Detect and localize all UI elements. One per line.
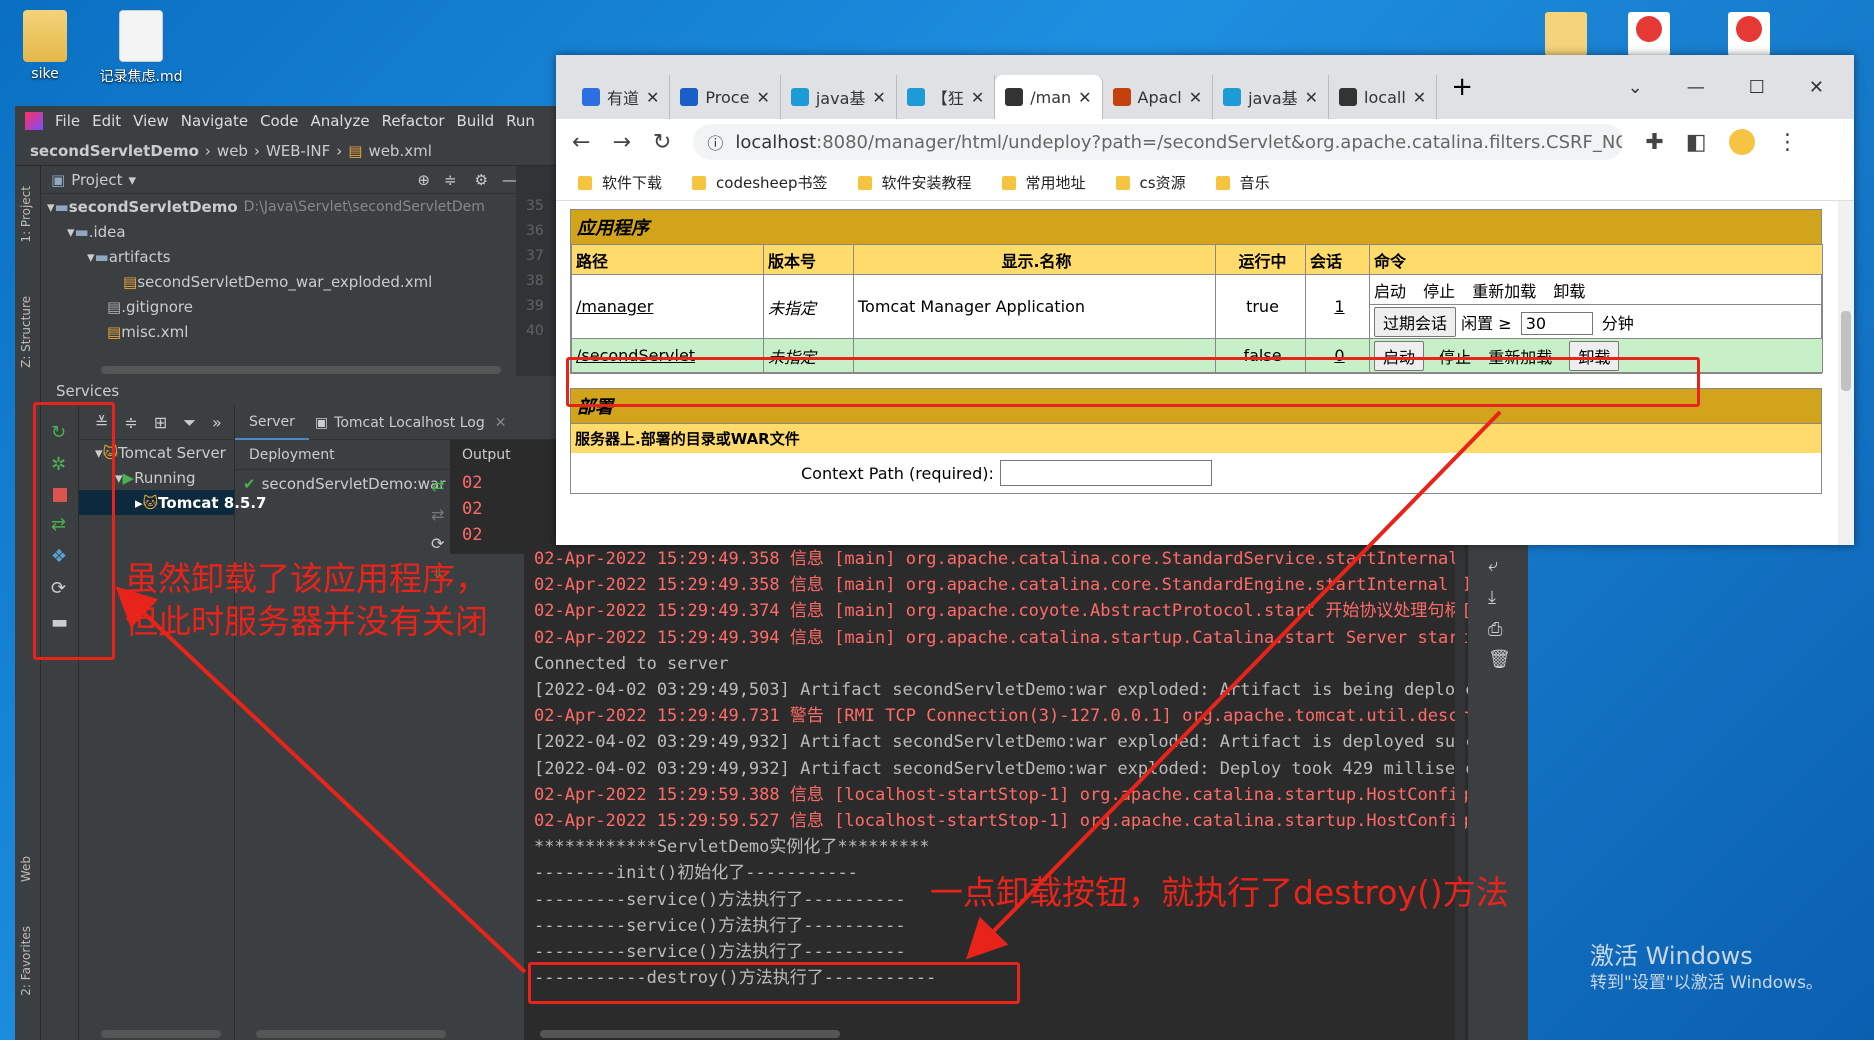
arrow-to-destroy xyxy=(966,410,1502,960)
activation-watermark-sub: 转到"设置"以激活 Windows。 xyxy=(1590,973,1823,993)
annotation-arrows xyxy=(115,410,1502,974)
arrow-to-actions xyxy=(115,586,527,974)
activation-watermark-title: 激活 Windows xyxy=(1590,942,1753,970)
